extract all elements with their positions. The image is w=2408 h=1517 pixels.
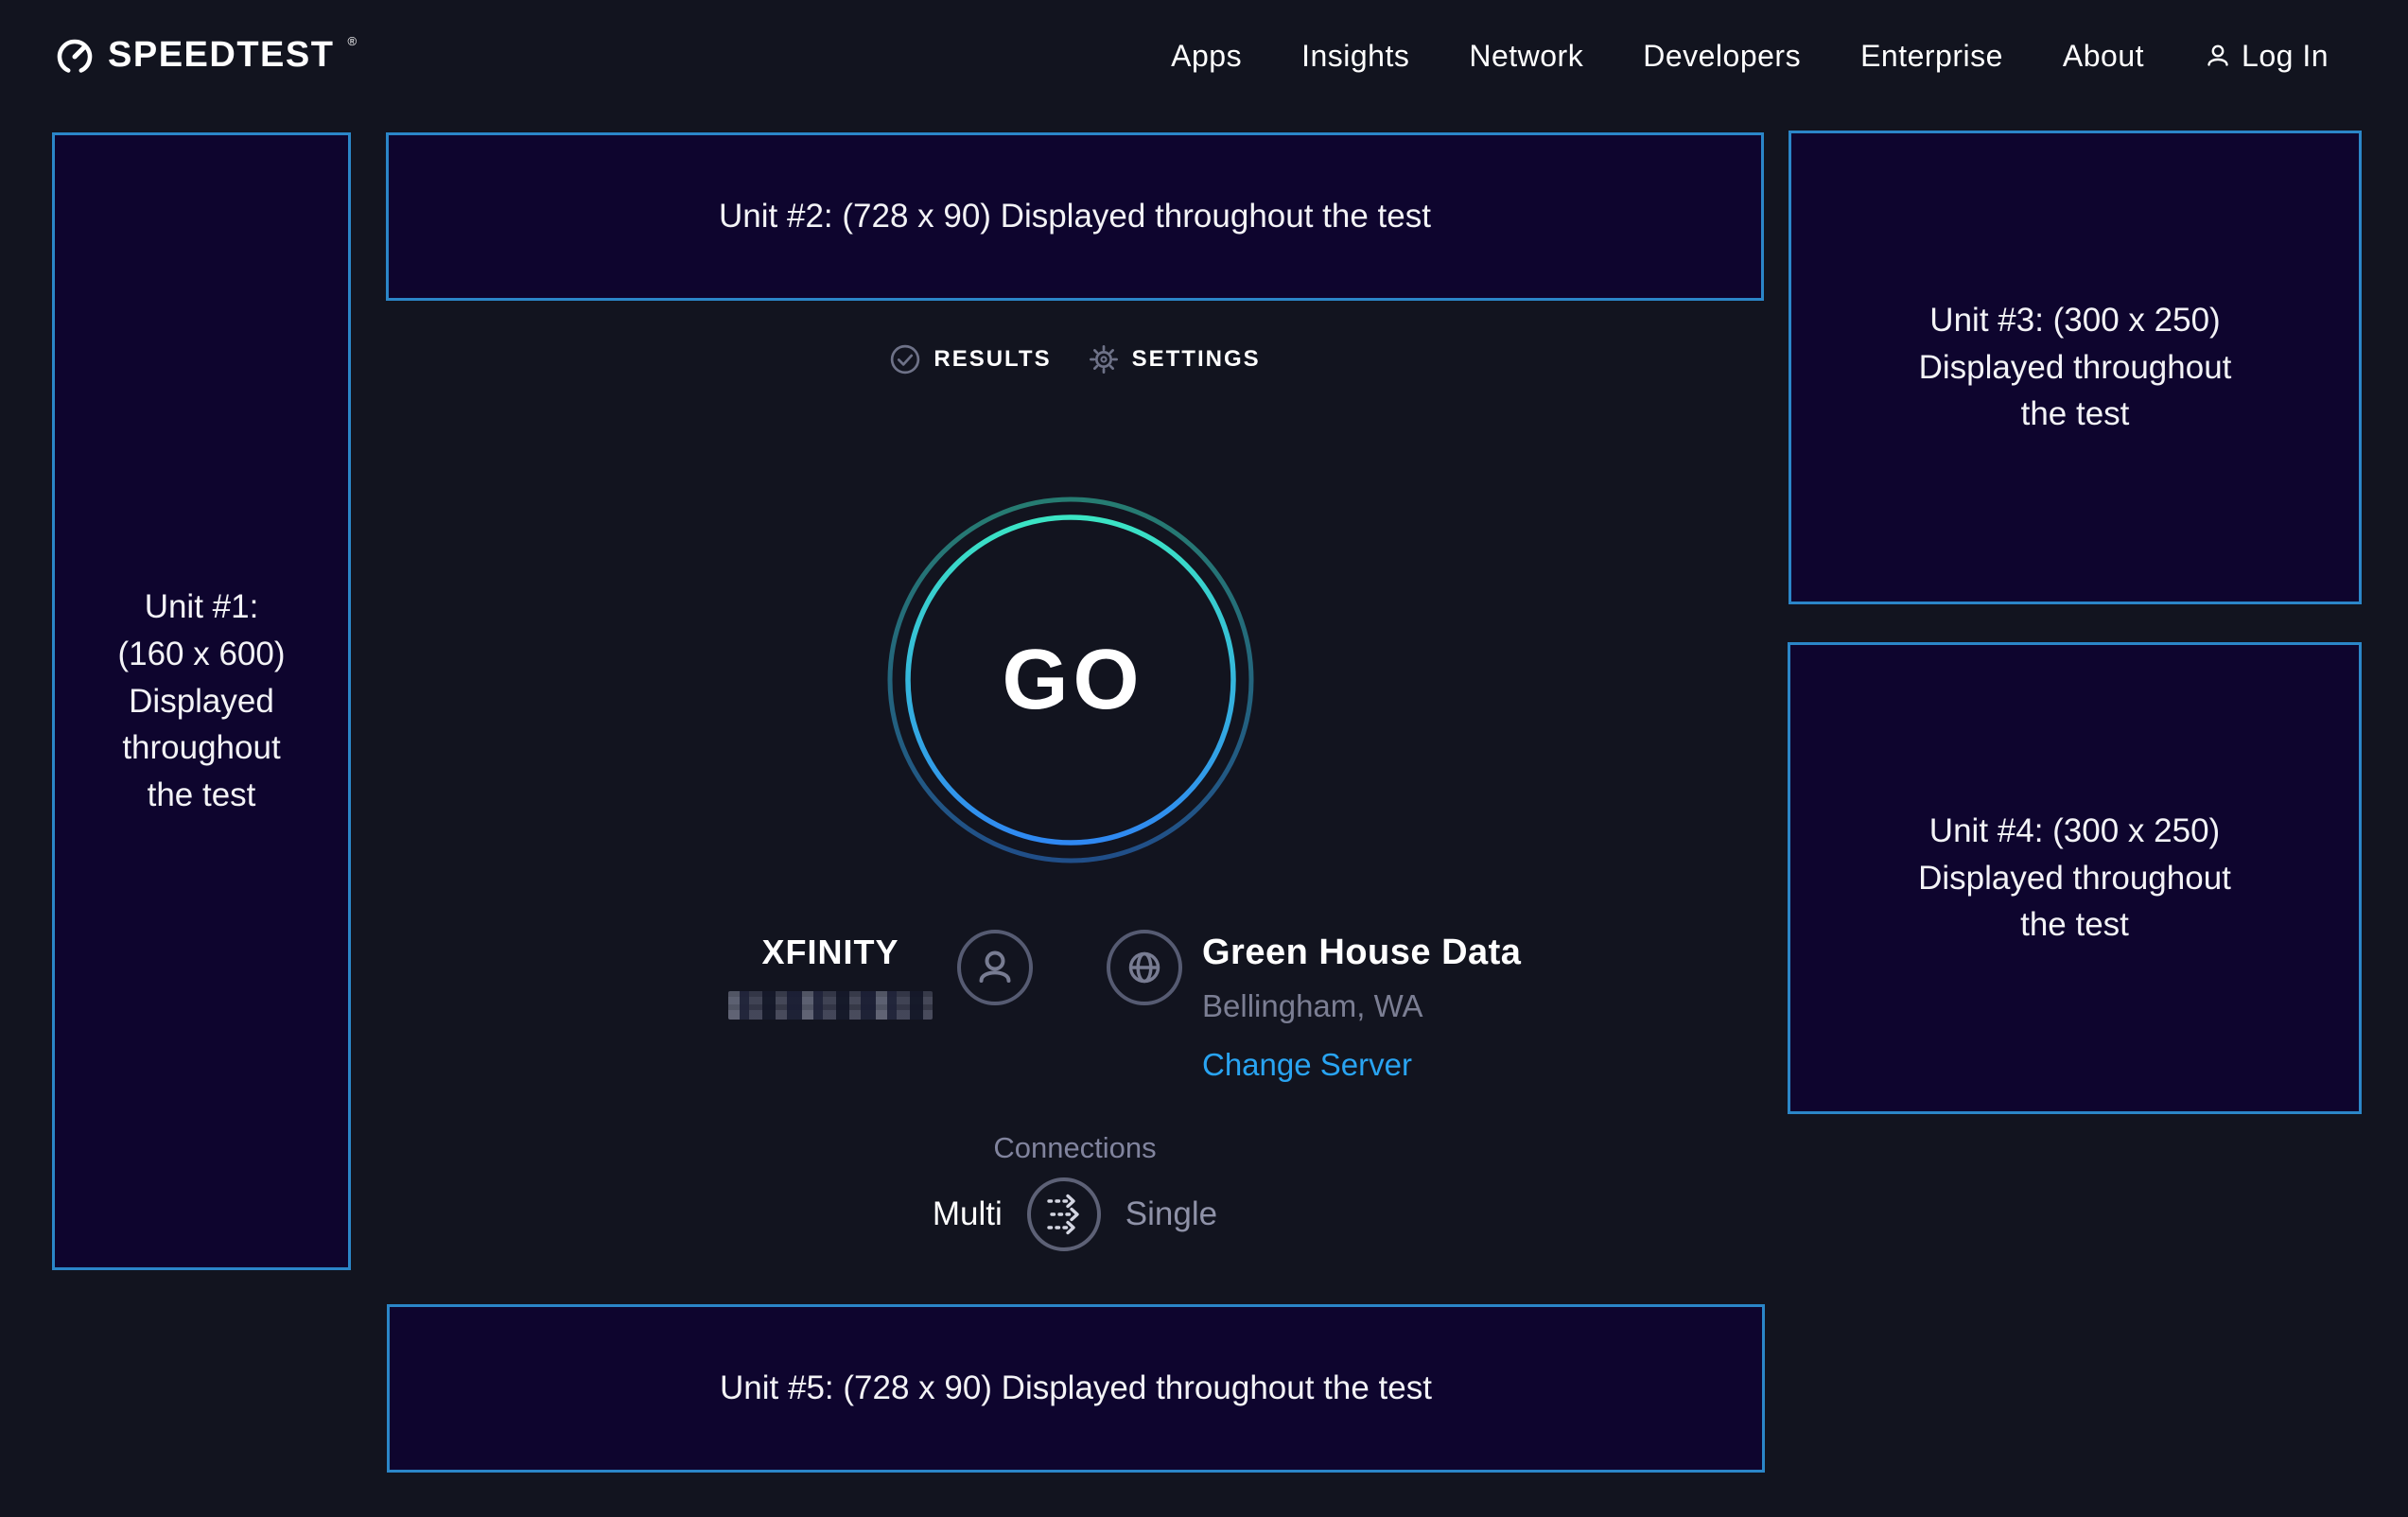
ad-unit-2: Unit #2: (728 x 90) Displayed throughout… [386, 132, 1764, 301]
server-name: Green House Data [1202, 933, 1521, 973]
ad-unit-4-text: Unit #4: (300 x 250) Displayed throughou… [1918, 808, 2231, 949]
go-button-label: GO [997, 632, 1143, 729]
ad-unit-3-text: Unit #3: (300 x 250) Displayed throughou… [1919, 297, 2232, 438]
nav-item-insights[interactable]: Insights [1301, 39, 1409, 74]
server-globe-icon [1107, 930, 1182, 1005]
server-location: Bellingham, WA [1202, 988, 1521, 1024]
check-circle-icon [889, 343, 921, 375]
isp-redacted-text [728, 991, 933, 1020]
ad-unit-1-text: Unit #1: (160 x 600) Displayed throughou… [117, 584, 285, 818]
registered-trademark: ® [347, 34, 357, 48]
multi-connection-arrows-icon [1026, 1177, 1102, 1252]
ad-unit-5-text: Unit #5: (728 x 90) Displayed throughout… [720, 1365, 1432, 1412]
logo[interactable]: SPEEDTEST ® [54, 34, 357, 78]
tab-settings-label: SETTINGS [1132, 346, 1261, 373]
gear-icon [1088, 343, 1120, 375]
tab-results[interactable]: RESULTS [889, 343, 1051, 375]
connections-label: Connections [386, 1131, 1764, 1165]
tab-results-label: RESULTS [934, 346, 1051, 373]
connections-toggle-row: Multi Single [386, 1177, 1764, 1252]
globe-icon [1123, 946, 1166, 989]
isp-user-icon [957, 930, 1033, 1005]
nav-item-enterprise[interactable]: Enterprise [1860, 39, 2003, 74]
tab-settings[interactable]: SETTINGS [1088, 343, 1261, 375]
top-nav: SPEEDTEST ® Apps Insights Network Develo… [0, 0, 2408, 112]
change-server-link[interactable]: Change Server [1202, 1047, 1412, 1083]
ad-unit-3: Unit #3: (300 x 250) Displayed throughou… [1789, 131, 2362, 604]
ad-unit-1: Unit #1: (160 x 600) Displayed throughou… [52, 132, 351, 1270]
user-icon [2204, 42, 2232, 70]
nav-item-apps[interactable]: Apps [1171, 39, 1242, 74]
go-button[interactable]: GO [881, 491, 1260, 869]
login-label: Log In [2242, 39, 2329, 74]
nav-item-developers[interactable]: Developers [1643, 39, 1801, 74]
tabs-row: RESULTS SETTINGS [386, 343, 1764, 375]
nav-item-network[interactable]: Network [1469, 39, 1583, 74]
ad-unit-5: Unit #5: (728 x 90) Displayed throughout… [387, 1304, 1765, 1473]
nav-links: Apps Insights Network Developers Enterpr… [1171, 39, 2329, 74]
logo-text: SPEEDTEST [108, 34, 334, 76]
connections-single-label[interactable]: Single [1125, 1195, 1217, 1233]
isp-info: XFINITY [712, 933, 949, 1020]
ad-unit-4: Unit #4: (300 x 250) Displayed throughou… [1788, 642, 2362, 1114]
isp-name: XFINITY [712, 933, 949, 972]
person-icon [973, 946, 1017, 989]
connections-toggle[interactable] [1026, 1177, 1102, 1252]
ad-unit-2-text: Unit #2: (728 x 90) Displayed throughout… [719, 193, 1431, 240]
server-info: Green House Data Bellingham, WA Change S… [1202, 933, 1521, 1083]
connections-multi-label[interactable]: Multi [933, 1195, 1003, 1233]
login-button[interactable]: Log In [2204, 39, 2329, 74]
nav-item-about[interactable]: About [2063, 39, 2144, 74]
speedtest-gauge-icon [54, 36, 96, 78]
